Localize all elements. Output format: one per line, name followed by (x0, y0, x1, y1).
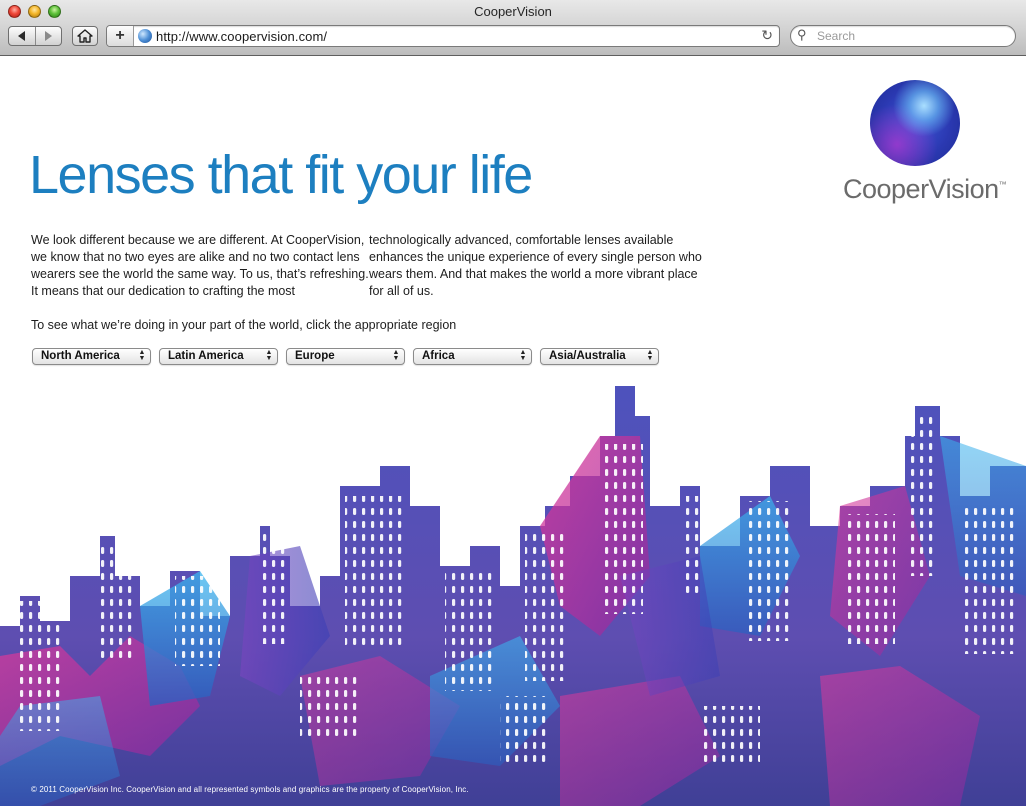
address-bar[interactable]: + http://www.coopervision.com/ ↻ (106, 25, 780, 47)
copyright-footer: © 2011 CooperVision Inc. CooperVision an… (31, 785, 469, 794)
home-button[interactable] (72, 26, 98, 46)
region-select-latin-america[interactable]: Latin America ▲ ▼ (159, 348, 278, 365)
browser-window: CooperVision + http://www.coopervision.c… (0, 0, 1026, 806)
add-bookmark-button[interactable]: + (107, 26, 134, 46)
region-selectors: North America ▲ ▼ Latin America ▲ ▼ Europe… (32, 348, 659, 365)
url-text[interactable]: http://www.coopervision.com/ (156, 29, 327, 44)
region-select-africa[interactable]: Africa ▲ ▼ (413, 348, 532, 365)
intro-paragraph-right: technologically advanced, comfortable le… (369, 232, 702, 300)
page-headline: Lenses that fit your life (29, 145, 533, 205)
page-content: CooperVision™ Lenses that fit your life … (0, 56, 1026, 806)
region-select-label: Africa (422, 350, 455, 362)
select-arrows-icon: ▲ ▼ (265, 349, 273, 362)
region-select-label: Latin America (168, 350, 244, 362)
paragraph-line: enhances the unique experience of every … (369, 250, 702, 264)
paragraph-line: wears them. And that makes the world a m… (369, 267, 698, 281)
intro-paragraph-left: We look different because we are differe… (31, 232, 369, 300)
select-arrows-icon: ▲ ▼ (392, 349, 400, 362)
paragraph-line: for all of us. (369, 284, 434, 298)
region-select-label: Asia/Australia (549, 350, 626, 362)
region-select-label: North America (41, 350, 120, 362)
logo-text: CooperVision (843, 174, 999, 204)
select-arrows-icon: ▲ ▼ (138, 349, 146, 362)
region-select-north-america[interactable]: North America ▲ ▼ (32, 348, 151, 365)
select-arrows-icon: ▲ ▼ (646, 349, 654, 362)
window-title: CooperVision (474, 4, 552, 19)
coopervision-logo-orb[interactable] (870, 80, 960, 166)
search-field[interactable]: ⚲ Search (790, 25, 1016, 47)
select-arrows-icon: ▲ ▼ (519, 349, 527, 362)
search-placeholder: Search (817, 29, 856, 43)
paragraph-line: we know that no two eyes are alike and n… (31, 250, 360, 264)
search-icon: ⚲ (797, 27, 807, 42)
back-button[interactable] (9, 27, 36, 45)
browser-toolbar: CooperVision + http://www.coopervision.c… (0, 0, 1026, 56)
home-icon (77, 29, 93, 43)
region-select-asia-australia[interactable]: Asia/Australia ▲ ▼ (540, 348, 659, 365)
paragraph-line: wearers see the world the same way. To u… (31, 267, 369, 281)
paragraph-line: It means that our dedication to crafting… (31, 284, 296, 298)
paragraph-line: We look different because we are differe… (31, 233, 365, 247)
back-forward-buttons (8, 26, 62, 46)
coopervision-logo[interactable]: CooperVision™ (843, 174, 1007, 205)
region-select-label: Europe (295, 350, 335, 362)
paragraph-line: technologically advanced, comfortable le… (369, 233, 674, 247)
forward-button[interactable] (36, 27, 62, 45)
forward-arrow-icon (45, 31, 53, 41)
watercolor-city-skyline-illustration (0, 386, 1026, 806)
region-select-europe[interactable]: Europe ▲ ▼ (286, 348, 405, 365)
region-prompt: To see what we’re doing in your part of … (31, 318, 457, 332)
reload-icon[interactable]: ↻ (761, 27, 773, 44)
globe-icon (138, 29, 152, 43)
trademark-symbol: ™ (998, 180, 1007, 189)
back-arrow-icon (17, 31, 25, 41)
